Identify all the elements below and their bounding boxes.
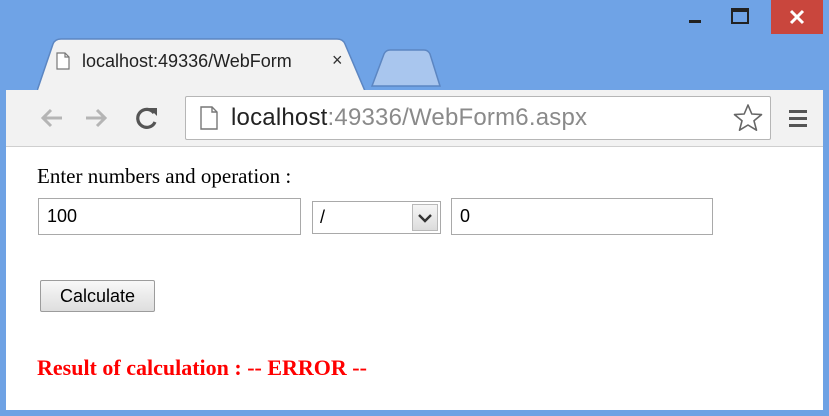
- reload-icon[interactable]: [133, 105, 161, 131]
- url-path: :49336/WebForm6.aspx: [327, 104, 588, 131]
- menu-icon[interactable]: [788, 108, 808, 128]
- operation-value: /: [320, 207, 326, 227]
- result-text: Result of calculation : -- ERROR --: [37, 355, 367, 380]
- window-border-bottom: [0, 410, 829, 416]
- first-number-input[interactable]: [38, 198, 301, 235]
- back-arrow-icon[interactable]: [38, 105, 66, 131]
- operation-dropdown-button[interactable]: [412, 204, 438, 231]
- new-tab-button[interactable]: [370, 48, 442, 88]
- close-icon: [789, 9, 805, 25]
- tab-close-icon[interactable]: ×: [332, 50, 343, 70]
- tab-title[interactable]: localhost:49336/WebForm: [82, 51, 292, 72]
- window-border-left: [0, 90, 6, 416]
- url-text[interactable]: localhost:49336/WebForm6.aspx: [231, 104, 587, 132]
- url-host: localhost: [231, 104, 328, 131]
- window-border-right: [823, 90, 829, 416]
- star-icon[interactable]: [733, 103, 763, 133]
- second-number-input[interactable]: [451, 198, 713, 235]
- close-button[interactable]: [771, 0, 823, 34]
- chevron-down-icon: [418, 214, 432, 223]
- calculate-button[interactable]: Calculate: [40, 280, 155, 312]
- forward-arrow-icon[interactable]: [82, 105, 110, 131]
- browser-window: localhost:49336/WebForm × localhost:4933…: [0, 0, 829, 416]
- maximize-icon[interactable]: [722, 4, 758, 30]
- form-prompt: Enter numbers and operation :: [37, 164, 292, 188]
- page-icon: [200, 106, 218, 130]
- minimize-icon[interactable]: [681, 6, 709, 28]
- page-icon: [56, 52, 70, 70]
